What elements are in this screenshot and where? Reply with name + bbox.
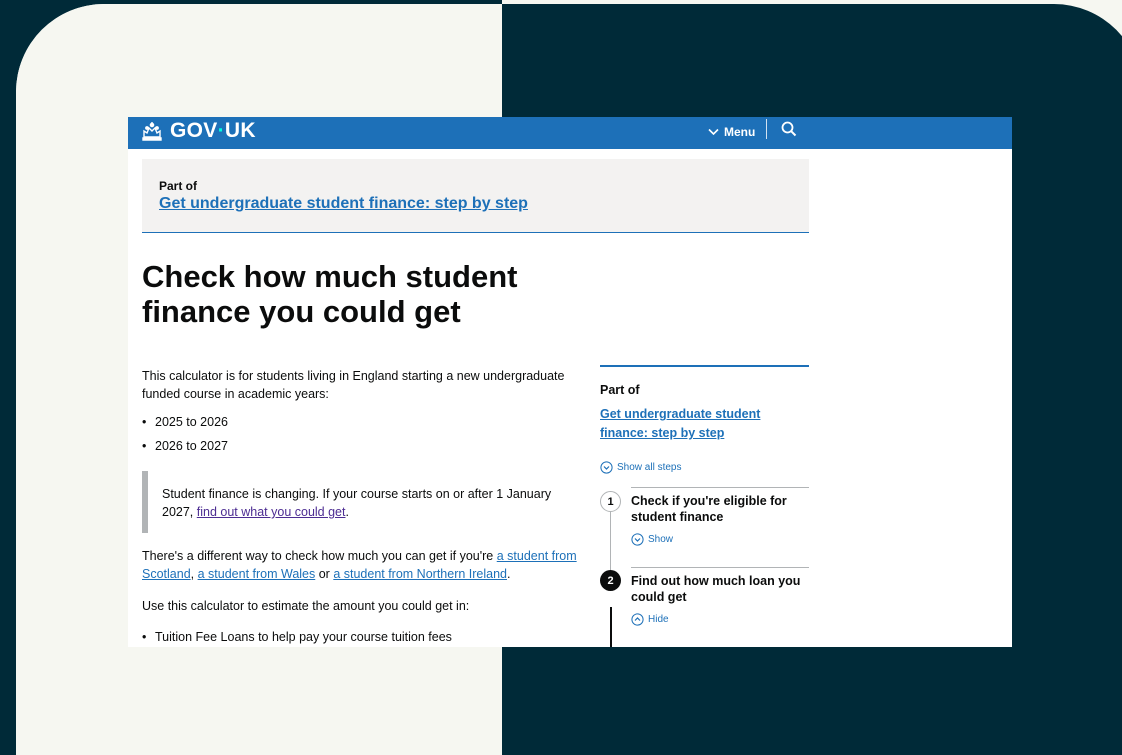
step-number-1: 1 [600,491,621,512]
chevron-up-circle-icon [631,613,644,626]
find-out-link[interactable]: find out what you could get [197,505,346,519]
chevron-down-icon [708,128,719,136]
list-item: 2026 to 2027 [142,437,228,461]
menu-label: Menu [724,125,756,139]
sidebar-part-of-label: Part of [600,383,640,397]
sidebar-top-border [600,365,809,367]
inset-text-end: . [345,505,349,519]
chevron-down-circle-icon [631,533,644,546]
step-by-step-link[interactable]: Get undergraduate student finance: step … [159,195,528,213]
show-all-steps-button[interactable]: Show all steps [600,461,681,474]
step-1-show-button[interactable]: Show [631,533,673,546]
step-title-2[interactable]: Find out how much loan you could get [631,573,809,605]
step-divider [631,567,809,568]
page-title: Check how much student finance you could… [142,259,518,329]
list-item: Tuition Fee Loans to help pay your cours… [142,628,452,646]
background-strip-left [0,0,16,755]
step-number-2: 2 [600,570,621,591]
step-connector-line-active [610,607,612,647]
chevron-down-circle-icon [600,461,613,474]
logo-text: GOV·UK [170,119,256,142]
gov-uk-logo[interactable]: GOV·UK [140,119,256,143]
gov-uk-page-screenshot: GOV·UK Menu Part of Get undergraduate st… [128,117,1012,647]
part-of-label: Part of [159,179,198,193]
part-of-banner: Part of Get undergraduate student financ… [142,159,809,233]
step-toggle-label: Show [648,534,674,545]
intro-paragraph: This calculator is for students living i… [142,369,565,401]
search-icon[interactable] [780,120,798,138]
use-calculator-paragraph: Use this calculator to estimate the amou… [142,599,470,613]
separator: or [315,567,334,581]
header-divider [766,119,767,139]
different-way-paragraph: There's a different way to check how muc… [142,547,582,583]
separator: . [507,567,511,581]
academic-years-list: 2025 to 2026 2026 to 2027 [142,413,228,461]
crown-icon [142,122,162,141]
sidebar-step-by-step-link[interactable]: Get undergraduate student finance: step … [600,405,800,443]
wales-link[interactable]: a student from Wales [198,567,316,581]
inset-notice: Student finance is changing. If your cou… [142,471,562,533]
step-2-hide-button[interactable]: Hide [631,613,669,626]
show-all-label: Show all steps [617,462,682,473]
step-title-1[interactable]: Check if you're eligible for student fin… [631,493,809,525]
list-item: 2025 to 2026 [142,413,228,437]
northern-ireland-link[interactable]: a student from Northern Ireland [333,567,507,581]
separator: , [190,567,198,581]
gov-uk-header: GOV·UK Menu [128,117,1012,149]
funding-types-list: Tuition Fee Loans to help pay your cours… [142,628,452,646]
step-divider [631,487,809,488]
menu-button[interactable]: Menu [708,121,755,143]
step-toggle-label: Hide [648,614,669,625]
different-way-text: There's a different way to check how muc… [142,549,497,563]
